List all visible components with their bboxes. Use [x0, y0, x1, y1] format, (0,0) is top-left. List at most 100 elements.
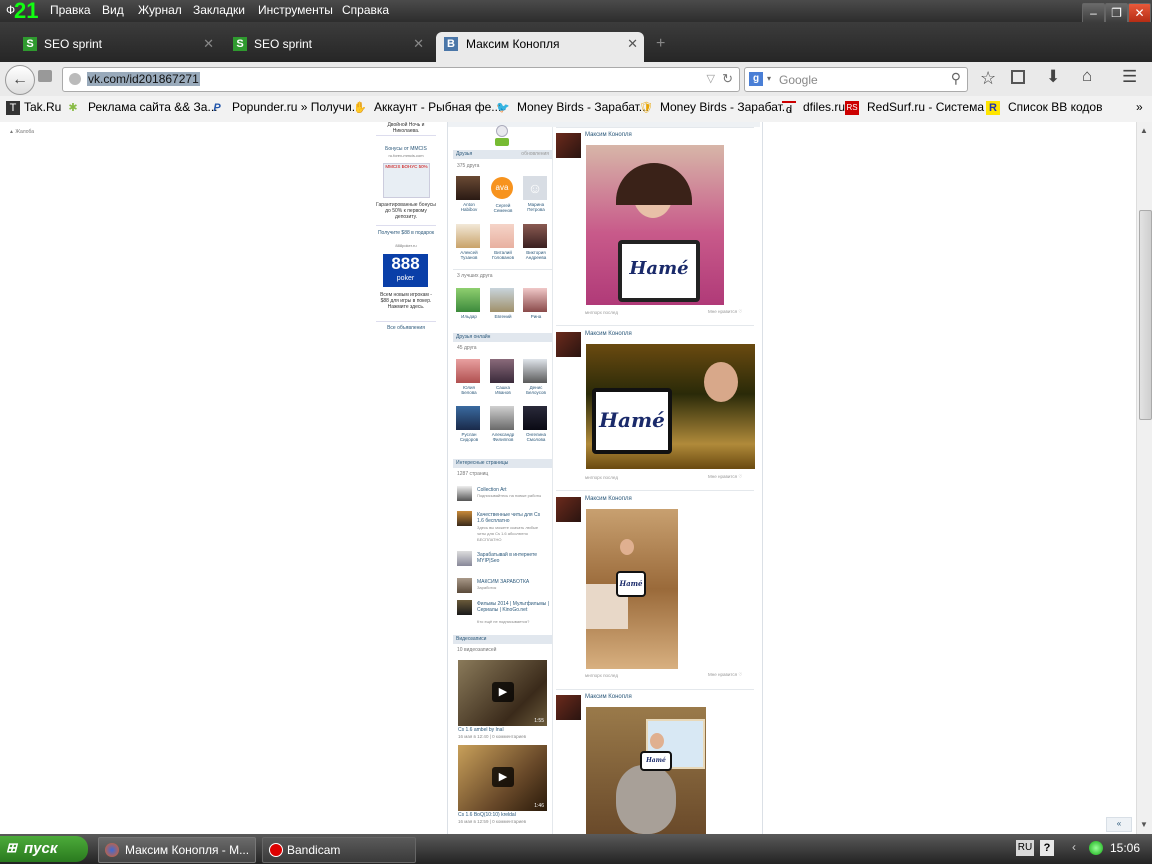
friend-item[interactable]: Алексей Тузанов [456, 224, 482, 260]
bookmark-reklama[interactable]: Реклама сайта && За... [88, 100, 217, 114]
tab-seo-sprint-1[interactable]: S SEO sprint ✕ [20, 32, 220, 58]
close-tab-icon[interactable]: ✕ [627, 36, 638, 52]
scroll-up-arrow-icon[interactable]: ▲ [1140, 126, 1148, 135]
menu-history[interactable]: Журнал [138, 3, 182, 17]
post-photo[interactable]: Hamé [586, 707, 706, 834]
scroll-down-arrow-icon[interactable]: ▼ [1140, 820, 1148, 829]
friend-online-item[interactable]: Юлия Белова [456, 359, 482, 395]
friend-online-item[interactable]: Александр Филиппов [490, 406, 516, 442]
pages-header[interactable]: Интересные страницы [453, 459, 552, 468]
post-author-avatar[interactable] [556, 332, 581, 357]
post-author-avatar[interactable] [556, 497, 581, 522]
all-ads-link[interactable]: Все объявления [376, 325, 436, 331]
bookmark-dfiles[interactable]: dfiles.ru [803, 100, 845, 114]
more-bookmarks-icon[interactable]: » [1136, 100, 1143, 114]
bookmark-tak-ru[interactable]: Tak.Ru [24, 100, 61, 114]
language-indicator[interactable]: RU [1016, 840, 1034, 856]
network-tray-icon[interactable] [1089, 841, 1103, 855]
start-button[interactable]: ⊞ пуск [0, 836, 88, 862]
page-name[interactable]: Качественные читы для Cs 1.6 бесплатно [477, 512, 547, 524]
friend-item[interactable]: Евгений [490, 288, 516, 319]
bookmark-popunder[interactable]: Popunder.ru » Получи... [232, 100, 362, 114]
url-text[interactable]: vk.com/id201867271 [87, 72, 200, 86]
post-author-name[interactable]: Максим Конопля [585, 132, 632, 138]
video-thumbnail[interactable]: ▶ 1:55 [458, 660, 547, 726]
post-author-avatar[interactable] [556, 695, 581, 720]
gift-icon[interactable] [494, 125, 510, 146]
page-name[interactable]: Фильмы 2014 | Мультфильмы | Сериалы | Ki… [477, 601, 549, 613]
ad-888-image[interactable]: 888 poker [383, 254, 428, 287]
reload-icon[interactable]: ↻ [722, 71, 733, 87]
tray-expand-icon[interactable]: ‹ [1072, 840, 1076, 854]
post-like-button[interactable]: Мне нравится ♡ [708, 309, 742, 315]
menu-tools[interactable]: Инструменты [258, 3, 333, 17]
bookmark-money-birds-1[interactable]: Money Birds - Зарабат... [517, 100, 649, 114]
video-thumbnail[interactable]: ▶ 1:46 [458, 745, 547, 811]
taskbar-firefox-item[interactable]: Максим Конопля - М... [98, 837, 256, 863]
bookmark-star-icon[interactable]: ☆ [980, 68, 996, 89]
vertical-scrollbar[interactable]: ▲ ▼ [1136, 122, 1152, 834]
menu-view[interactable]: Вид [102, 3, 124, 17]
friend-item[interactable]: Виктория Андреева [523, 224, 549, 260]
friends-header[interactable]: Друзья обновления [453, 150, 552, 159]
tab-seo-sprint-2[interactable]: S SEO sprint ✕ [230, 32, 430, 58]
minimize-button[interactable]: – [1082, 3, 1105, 24]
google-icon[interactable]: g [749, 72, 763, 86]
post-like-button[interactable]: Мне нравится ♡ [708, 672, 742, 678]
home-icon[interactable]: ⌂ [1082, 66, 1092, 86]
taskbar-bandicam-item[interactable]: Bandicam [262, 837, 416, 863]
search-engine-dropdown-icon[interactable]: ▾ [767, 74, 771, 83]
videos-header[interactable]: Видеозаписи [453, 635, 552, 644]
close-window-button[interactable]: ✕ [1128, 3, 1151, 24]
report-link[interactable]: ▲ Жалоба [9, 129, 34, 135]
dropdown-arrow-icon[interactable]: ▽ [707, 72, 715, 85]
new-tab-button[interactable]: + [656, 35, 665, 53]
post-photo[interactable]: Hamé [586, 145, 724, 305]
friend-online-item[interactable]: Денис Белоусов [523, 359, 549, 395]
menu-bookmarks[interactable]: Закладки [193, 3, 245, 17]
post-date[interactable]: мнгпорх послед [585, 673, 618, 678]
close-tab-icon[interactable]: ✕ [203, 36, 214, 52]
friend-item[interactable]: Рина [523, 288, 549, 319]
back-button[interactable]: ← [5, 65, 35, 95]
search-icon[interactable]: ⚲ [951, 70, 961, 87]
search-box[interactable]: g ▾ Google ⚲ [744, 67, 968, 92]
friend-item[interactable]: ☺ Марина Петрова [523, 176, 549, 212]
bookmarks-list-icon[interactable] [1011, 70, 1025, 84]
clock[interactable]: 15:06 [1110, 841, 1140, 855]
friend-online-item[interactable]: Сашка Иванов [490, 359, 516, 395]
friend-item[interactable]: Виталий Голованов [490, 224, 516, 260]
restore-button[interactable]: ❐ [1105, 3, 1128, 24]
help-icon[interactable]: ? [1040, 840, 1054, 856]
post-photo[interactable]: Hamé [586, 509, 678, 669]
bookmark-redsurf[interactable]: RedSurf.ru - Система ... [867, 100, 997, 114]
post-author-name[interactable]: Максим Конопля [585, 694, 632, 700]
library-icon[interactable] [38, 70, 52, 82]
ad-mmcis-site[interactable]: ru.forex-mmcis.com [376, 153, 436, 159]
bookmark-money-birds-2[interactable]: Money Birds - Зарабат... [660, 100, 792, 114]
ad-888-title[interactable]: Получите $88 в подарок [376, 230, 436, 236]
friend-item[interactable]: Anton Habibov [456, 176, 482, 212]
friend-online-item[interactable]: Руслан Сидоров [456, 406, 482, 442]
post-author-avatar[interactable] [556, 133, 581, 158]
downloads-icon[interactable]: ⬇ [1046, 67, 1060, 87]
friend-online-item[interactable]: Онгелина Смолова [523, 406, 549, 442]
post-like-button[interactable]: Мне нравится ♡ [708, 474, 742, 480]
page-name[interactable]: Зарабатывай в интернете MYIP|Seo [477, 552, 547, 564]
scrollbar-thumb[interactable] [1139, 210, 1152, 420]
play-icon[interactable]: ▶ [492, 767, 514, 787]
friend-item[interactable]: ava Сергей Семенов [490, 176, 516, 213]
post-date[interactable]: мнгпорх послед [585, 310, 618, 315]
ad-mmcis-image[interactable]: MMCIS БОНУС 50% [383, 163, 430, 198]
post-date[interactable]: мнгпорх послед [585, 475, 618, 480]
post-author-name[interactable]: Максим Конопля [585, 496, 632, 502]
video-title[interactable]: Cs 1.6 BoQ(10:10) kreldal [458, 812, 516, 818]
ad-888-site[interactable]: 888poker.ru [376, 243, 436, 249]
menu-help[interactable]: Справка [342, 3, 389, 17]
bookmark-akkaunt[interactable]: Аккаунт - Рыбная фе... [374, 100, 501, 114]
scroll-to-top-button[interactable]: « [1106, 817, 1132, 832]
menu-file[interactable]: Ф [6, 3, 15, 17]
friends-updates-link[interactable]: обновления [521, 150, 549, 159]
close-tab-icon[interactable]: ✕ [413, 36, 424, 52]
post-author-name[interactable]: Максим Конопля [585, 331, 632, 337]
